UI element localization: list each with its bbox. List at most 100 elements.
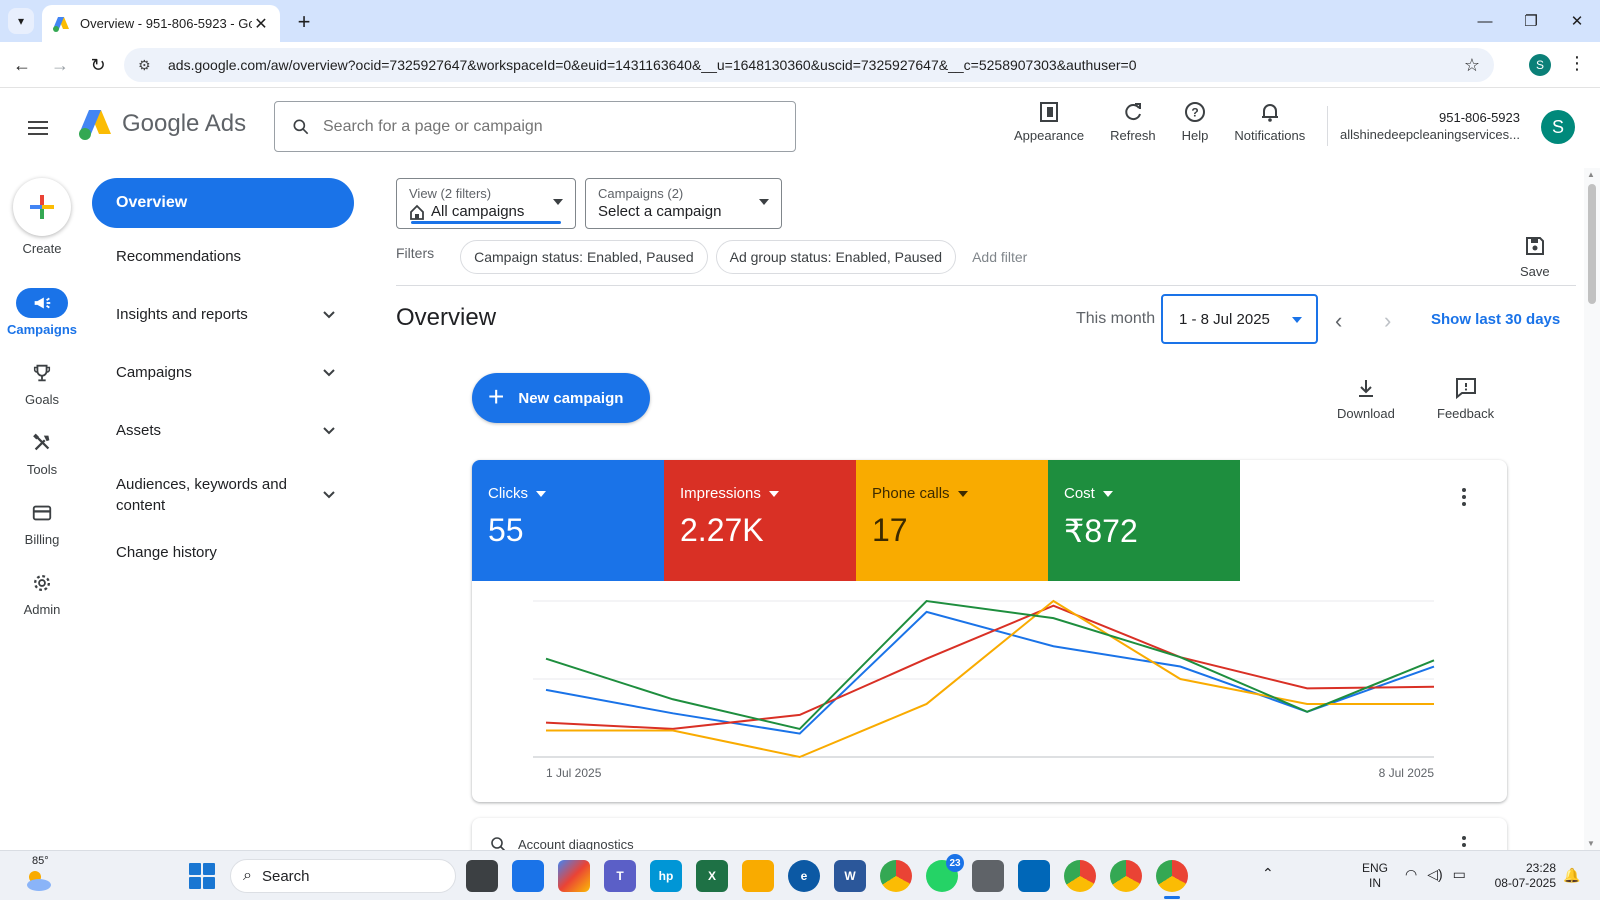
restore-icon[interactable]: ❐ bbox=[1508, 0, 1554, 42]
rail-item-tools[interactable]: Tools bbox=[0, 428, 84, 477]
metric-tile-clicks[interactable]: Clicks 55 bbox=[472, 460, 664, 581]
tools-icon bbox=[33, 433, 50, 451]
notepad-icon[interactable] bbox=[512, 860, 544, 892]
nav-item-recommendations[interactable]: Recommendations bbox=[116, 246, 336, 267]
teams-icon[interactable]: T bbox=[604, 860, 636, 892]
filter-chip-campaign-status[interactable]: Campaign status: Enabled, Paused bbox=[460, 240, 708, 274]
back-icon[interactable]: ← bbox=[8, 51, 36, 79]
page-scrollbar[interactable]: ▲ ▼ bbox=[1584, 168, 1600, 850]
rail-label-billing: Billing bbox=[24, 532, 60, 547]
dropdown-caret-icon bbox=[759, 199, 769, 205]
minimize-icon[interactable]: — bbox=[1462, 0, 1508, 42]
main-menu-icon[interactable] bbox=[28, 115, 54, 141]
weather-widget[interactable]: 85° bbox=[18, 855, 58, 898]
scrollbar-thumb[interactable] bbox=[1588, 184, 1596, 304]
nav-label: Campaigns bbox=[116, 364, 192, 381]
tab-search-dropdown-icon[interactable]: ▾ bbox=[8, 8, 34, 34]
task-view-icon[interactable] bbox=[466, 860, 498, 892]
search-input[interactable] bbox=[323, 117, 763, 136]
diagnostics-more-icon[interactable] bbox=[1462, 836, 1468, 847]
metric-tile-cost[interactable]: Cost ₹872 bbox=[1048, 460, 1240, 581]
url-bar[interactable]: ⚙ ads.google.com/aw/overview?ocid=732592… bbox=[124, 48, 1494, 82]
feedback-button[interactable]: Feedback bbox=[1437, 376, 1494, 421]
weather-cloud-icon bbox=[27, 871, 51, 891]
nav-label: Insights and reports bbox=[116, 306, 248, 323]
edge-icon[interactable]: e bbox=[788, 860, 820, 892]
performance-line-chart: 1 Jul 2025 8 Jul 2025 bbox=[533, 599, 1435, 780]
next-period-icon[interactable]: › bbox=[1384, 308, 1391, 334]
refresh-button[interactable]: Refresh bbox=[1110, 100, 1156, 143]
tab-close-icon[interactable]: ✕ bbox=[252, 14, 270, 34]
metric-value: 17 bbox=[872, 512, 908, 548]
system-clock[interactable]: 23:28 08-07-2025 bbox=[1488, 861, 1556, 891]
page-search-box[interactable] bbox=[274, 101, 796, 152]
nav-item-assets[interactable]: Assets bbox=[116, 420, 336, 441]
metric-tile-impressions[interactable]: Impressions 2.27K bbox=[664, 460, 856, 581]
new-campaign-button[interactable]: + New campaign bbox=[472, 373, 650, 423]
forward-icon[interactable]: → bbox=[46, 51, 74, 79]
browser-menu-icon[interactable]: ⋮ bbox=[1568, 53, 1586, 74]
chrome-profile-e-icon[interactable] bbox=[1110, 860, 1142, 892]
account-info[interactable]: 951-806-5923 allshinedeepcleaningservice… bbox=[1340, 110, 1520, 142]
metric-tile-phone-calls[interactable]: Phone calls 17 bbox=[856, 460, 1048, 581]
browser-tab[interactable]: Overview - 951-806-5923 - Goo ✕ bbox=[42, 5, 280, 42]
system-status-icons[interactable]: ◠ ◁) ▭ bbox=[1405, 866, 1466, 883]
close-window-icon[interactable]: ✕ bbox=[1554, 0, 1600, 42]
previous-period-icon[interactable]: ‹ bbox=[1335, 308, 1342, 334]
metric-tiles: Clicks 55 Impressions 2.27K Phone calls … bbox=[472, 460, 1240, 581]
chrome-icon[interactable] bbox=[880, 860, 912, 892]
filter-chip-ad-group-status[interactable]: Ad group status: Enabled, Paused bbox=[715, 240, 957, 274]
calculator-icon[interactable] bbox=[972, 860, 1004, 892]
browser-profile-avatar[interactable]: S bbox=[1529, 54, 1551, 76]
nav-item-overview[interactable]: Overview bbox=[92, 178, 354, 228]
notifications-button[interactable]: Notifications bbox=[1234, 100, 1305, 143]
nav-item-insights-and-reports[interactable]: Insights and reports bbox=[116, 304, 336, 325]
show-last-30-days-link[interactable]: Show last 30 days bbox=[1431, 311, 1560, 328]
new-tab-icon[interactable]: + bbox=[290, 8, 318, 36]
taskbar-apps: T hp X e W 23 bbox=[466, 854, 1188, 899]
scroll-up-icon[interactable]: ▲ bbox=[1587, 170, 1595, 179]
windows-start-icon[interactable] bbox=[189, 863, 215, 889]
campaign-selector[interactable]: Campaigns (2) Select a campaign bbox=[585, 178, 782, 229]
save-button[interactable]: Save bbox=[1520, 234, 1550, 279]
view-selector[interactable]: View (2 filters) All campaigns bbox=[396, 178, 576, 229]
word-icon[interactable]: W bbox=[834, 860, 866, 892]
language-indicator[interactable]: ENG IN bbox=[1362, 861, 1388, 891]
chevron-down-icon bbox=[323, 310, 335, 318]
account-avatar[interactable]: S bbox=[1541, 110, 1575, 144]
whatsapp-icon[interactable]: 23 bbox=[926, 854, 964, 892]
copilot-icon[interactable] bbox=[558, 860, 590, 892]
rail-item-admin[interactable]: Admin bbox=[0, 568, 84, 617]
download-button[interactable]: Download bbox=[1337, 376, 1395, 421]
excel-icon[interactable]: X bbox=[696, 860, 728, 892]
taskbar-search[interactable]: ⌕ Search bbox=[230, 859, 456, 893]
create-button[interactable] bbox=[13, 178, 71, 236]
file-explorer-icon[interactable] bbox=[742, 860, 774, 892]
windows-taskbar: 85° ⌕ Search T hp X e W 23 ⌃ ENG IN ◠ ◁)… bbox=[0, 850, 1600, 900]
date-range-picker[interactable]: 1 - 8 Jul 2025 bbox=[1161, 294, 1318, 344]
nav-item-audiences[interactable]: Audiences, keywords and content bbox=[116, 474, 336, 516]
battery-icon: ▭ bbox=[1452, 866, 1466, 882]
nav-item-change-history[interactable]: Change history bbox=[116, 542, 336, 563]
scroll-down-icon[interactable]: ▼ bbox=[1587, 839, 1595, 848]
google-ads-logo[interactable]: Google Ads bbox=[78, 108, 246, 140]
more-options-icon[interactable] bbox=[1462, 488, 1468, 506]
rail-item-goals[interactable]: Goals bbox=[0, 358, 84, 407]
rail-item-billing[interactable]: Billing bbox=[0, 498, 84, 547]
campaign-selector-caption: Campaigns (2) bbox=[598, 186, 684, 201]
chrome-profile-s-icon[interactable] bbox=[1156, 860, 1188, 899]
add-filter-button[interactable]: Add filter bbox=[972, 249, 1027, 265]
site-settings-icon[interactable]: ⚙ bbox=[138, 57, 156, 74]
show-hidden-icons-icon[interactable]: ⌃ bbox=[1262, 865, 1274, 882]
rail-item-campaigns[interactable]: Campaigns bbox=[0, 288, 84, 337]
appearance-button[interactable]: Appearance bbox=[1014, 100, 1084, 143]
store-icon[interactable] bbox=[1018, 860, 1050, 892]
reload-icon[interactable]: ↻ bbox=[84, 51, 112, 79]
hp-app-icon[interactable]: hp bbox=[650, 860, 682, 892]
nav-item-campaigns[interactable]: Campaigns bbox=[116, 362, 336, 383]
metric-dropdown-icon bbox=[536, 490, 546, 497]
help-button[interactable]: ? Help bbox=[1182, 100, 1208, 143]
chrome-profile-icon[interactable] bbox=[1064, 860, 1096, 892]
bookmark-star-icon[interactable]: ☆ bbox=[1464, 55, 1480, 76]
notification-center-icon[interactable]: 🔔 bbox=[1563, 867, 1580, 884]
